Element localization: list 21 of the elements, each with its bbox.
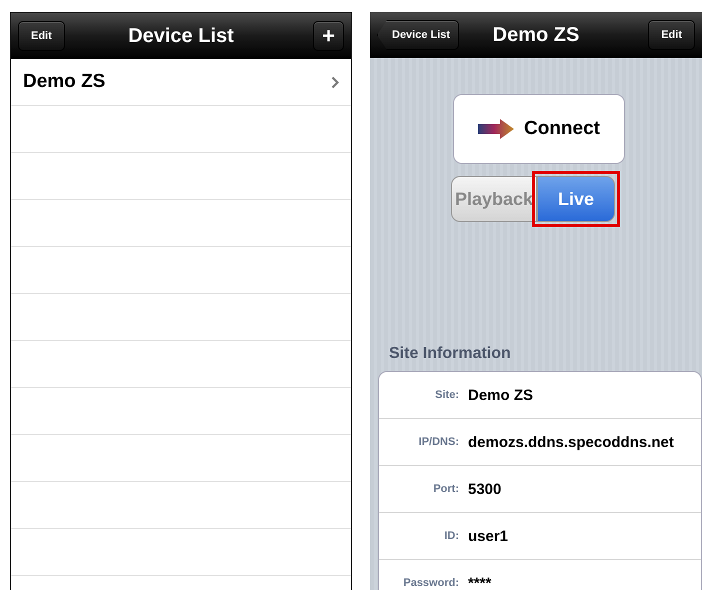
field-label: IP/DNS: <box>418 436 459 448</box>
back-button[interactable]: Device List <box>377 20 460 50</box>
arrow-icon <box>478 119 514 139</box>
device-name: Demo ZS <box>23 71 106 93</box>
field-value: demozs.ddns.specoddns.net <box>468 434 674 450</box>
field-value: **** <box>468 574 492 590</box>
field-label: Site: <box>434 389 459 401</box>
edit-button[interactable]: Edit <box>18 21 65 51</box>
field-label: Port: <box>432 483 459 495</box>
field-label: ID: <box>443 530 459 542</box>
nav-title: Device List <box>128 24 234 46</box>
section-title: Site Information <box>389 345 512 363</box>
nav-title: Demo ZS <box>492 24 580 46</box>
field-value: Demo ZS <box>468 386 534 404</box>
field-value: user1 <box>468 528 508 544</box>
add-button[interactable]: + <box>313 21 344 51</box>
mode-tab[interactable]: Live <box>537 176 615 222</box>
field-label: Password: <box>402 577 459 589</box>
edit-button[interactable]: Edit <box>648 20 695 50</box>
connect-button[interactable]: Connect <box>453 94 625 164</box>
field-value: 5300 <box>468 480 502 498</box>
